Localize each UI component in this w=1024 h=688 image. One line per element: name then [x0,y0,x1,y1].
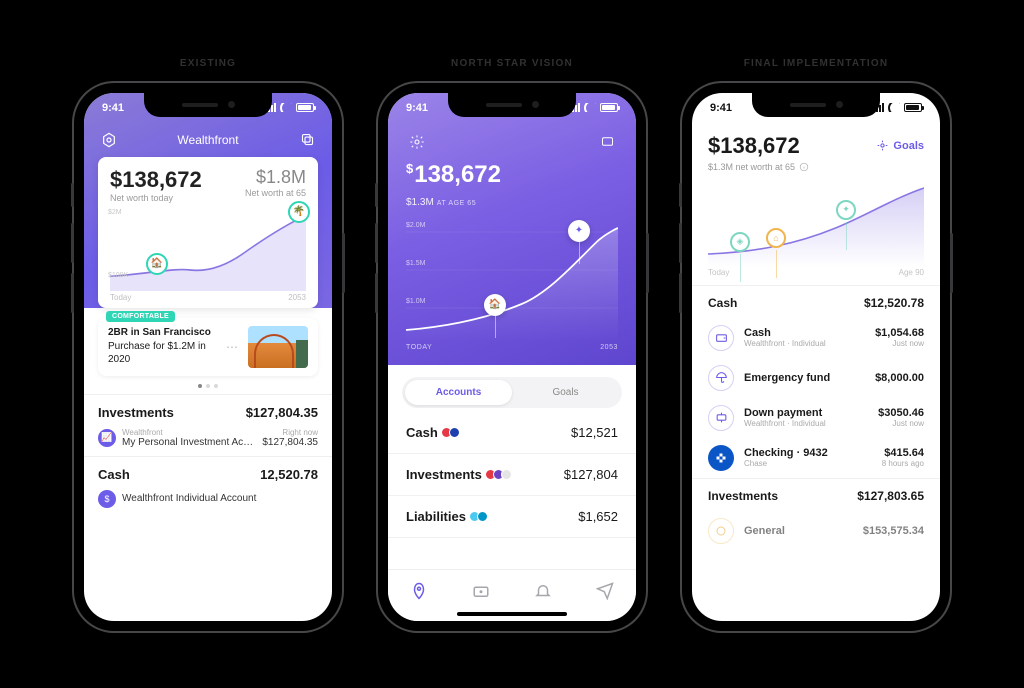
payment-icon [708,405,734,431]
goal-title: 2BR in San Francisco [108,326,216,340]
tab-accounts[interactable]: Accounts [405,380,512,405]
account-row[interactable]: General $153,575.34 [692,511,940,551]
section-title: Cash [98,467,130,482]
status-time: 9:41 [102,102,124,114]
section-investments[interactable]: Investments$127,803.65 [692,478,940,511]
account-row[interactable]: Emergency fund $8,000.00 [692,358,940,398]
goal-status-badge: COMFORTABLE [106,311,175,322]
column-label: FINAL IMPLEMENTATION [744,58,889,69]
row-investments[interactable]: Investments $127,804 [388,454,636,496]
wifi-icon [888,103,900,112]
wallet-icon [708,325,734,351]
section-cash[interactable]: Cash 12,520.78 $ Wealthfront Individual … [84,456,332,516]
chart-x-left: Today [708,268,729,277]
goal-marker-home-icon[interactable]: 🏠 [146,253,168,275]
net-worth-amount: $138,672 [708,133,800,159]
battery-icon [296,103,314,112]
phone-vision: 9:41 $138,672 $1.3M [378,83,646,631]
institution-icon: 📈 [98,429,116,447]
tab-home-icon[interactable] [409,581,429,601]
provider-badges [472,511,488,522]
goal-image [248,326,308,368]
phone-final: 9:41 $138,672 Goals $1.3M net worth at 6 [682,83,950,631]
copy-icon[interactable] [296,129,318,151]
chart-x-right: Age 90 [899,268,924,277]
wifi-icon [280,103,292,112]
chart-x-left: Today [110,293,131,302]
battery-icon [904,103,922,112]
provider-badges [488,469,512,480]
section-investments[interactable]: Investments $127,804.35 📈 Wealthfront My… [84,394,332,456]
account-name: My Personal Investment Ac… [122,437,253,448]
section-title: Investments [98,405,174,420]
account-row[interactable]: CashWealthfront · Individual $1,054.68Ju… [692,318,940,358]
goal-marker-home-icon[interactable]: 🏠 [484,294,506,316]
more-icon[interactable]: ⋯ [226,340,238,354]
home-indicator [457,612,567,616]
goal-card[interactable]: COMFORTABLE 2BR in San Francisco Purchas… [98,318,318,376]
phone-existing: 9:41 Wealthfront [74,83,342,631]
account-row[interactable]: Down paymentWealthfront · Individual $30… [692,398,940,438]
chase-icon [708,445,734,471]
tab-send-icon[interactable] [595,581,615,601]
section-value: $127,804.35 [246,405,318,420]
chart-x-right: 2053 [600,344,618,351]
settings-icon[interactable] [406,131,428,153]
tab-notifications-icon[interactable] [533,581,553,601]
net-worth-amount: $138,672 [406,161,618,189]
chart-x-left: TODAY [406,344,432,351]
info-icon[interactable] [799,162,809,172]
column-label: NORTH STAR VISION [451,58,573,69]
wifi-icon [584,103,596,112]
account-institution: Wealthfront [122,428,253,437]
net-worth-today: $138,672 [110,167,202,193]
section-value: 12,520.78 [260,467,318,482]
goal-marker-home-icon[interactable]: ⌂ [766,228,786,248]
umbrella-icon [708,365,734,391]
net-worth-future: $1.8M [245,167,306,188]
row-cash[interactable]: Cash $12,521 [388,412,636,454]
net-worth-today-label: Net worth today [110,193,202,203]
projection-chart[interactable]: ◈ ⌂ ✦ [708,182,924,268]
net-worth-future-label: Net worth at 65 [245,188,306,198]
tab-accounts-icon[interactable] [471,581,491,601]
status-time: 9:41 [710,102,732,114]
goal-marker-target-icon[interactable]: ✦ [836,200,856,220]
tab-bar [388,569,636,621]
projection-chart[interactable]: $2M $100K 🏠 🌴 [110,207,306,291]
goal-marker-tag-icon[interactable]: ◈ [730,232,750,252]
card-icon[interactable] [596,131,618,153]
goal-marker-retire-icon[interactable]: 🌴 [288,201,310,223]
row-liabilities[interactable]: Liabilities $1,652 [388,496,636,538]
section-cash[interactable]: Cash$12,520.78 [692,285,940,318]
goals-button[interactable]: Goals [876,139,924,152]
segmented-control[interactable]: Accounts Goals [402,377,622,408]
account-value: $127,804.35 [262,437,318,448]
column-label: EXISTING [180,58,236,69]
institution-icon: $ [98,490,116,508]
tab-goals[interactable]: Goals [512,380,619,405]
account-name: Wealthfront Individual Account [122,493,256,504]
settings-icon[interactable] [98,129,120,151]
page-dots[interactable] [84,384,332,388]
chart-x-right: 2053 [288,293,306,302]
goal-marker-target-icon[interactable]: ✦ [568,220,590,242]
projection-chart[interactable]: $2.0M $1.5M $1.0M 🏠 ✦ [406,212,618,342]
app-title: Wealthfront [177,133,238,147]
provider-badges [444,427,460,438]
status-time: 9:41 [406,102,428,114]
goal-subtitle: Purchase for $1.2M in 2020 [108,340,216,367]
net-worth-projection: $1.3M net worth at 65 [708,162,924,172]
account-row[interactable]: Checking · 9432Chase $415.648 hours ago [692,438,940,478]
net-worth-projection: $1.3MAT AGE 65 [406,197,618,208]
general-icon [708,518,734,544]
net-worth-card[interactable]: $138,672 Net worth today $1.8M Net worth… [98,157,318,308]
account-updated: Right now [262,428,318,437]
battery-icon [600,103,618,112]
